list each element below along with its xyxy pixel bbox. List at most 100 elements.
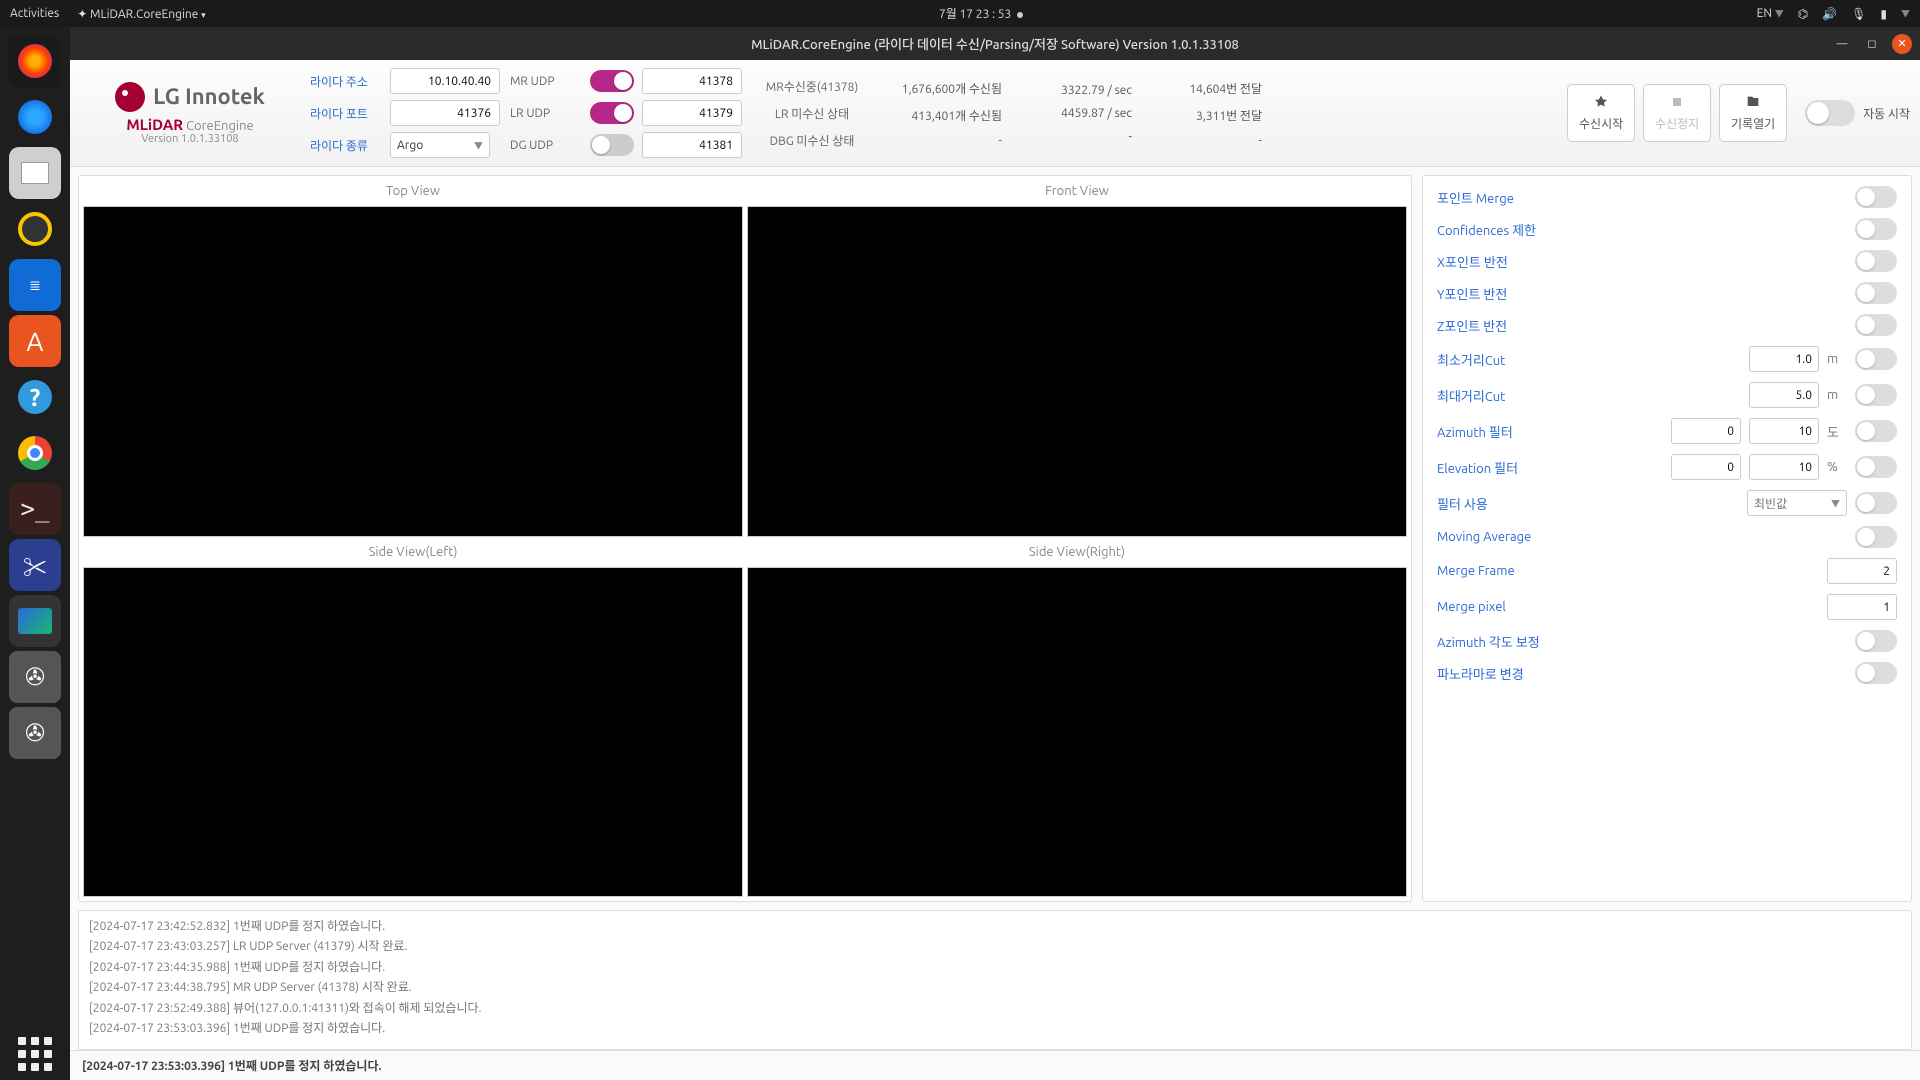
receive-start-label: 수신시작 (1579, 115, 1623, 132)
top-view-canvas[interactable] (83, 206, 743, 537)
dock-show-apps[interactable] (9, 1028, 61, 1080)
receive-start-button[interactable]: 수신시작 (1567, 84, 1635, 142)
elevation-filter-toggle[interactable] (1855, 456, 1897, 478)
gnome-topbar: Activities ✦ MLiDAR.CoreEngine 7월 17 23 … (0, 0, 1920, 27)
system-menu-icon[interactable]: ▼ (1901, 7, 1910, 20)
elevation-min-input[interactable] (1671, 454, 1741, 480)
side-left-canvas[interactable] (83, 567, 743, 898)
activities-button[interactable]: Activities (10, 7, 59, 20)
azimuth-max-input[interactable] (1749, 418, 1819, 444)
mic-icon[interactable]: 🎙 (1851, 7, 1866, 21)
azimuth-filter-toggle[interactable] (1855, 420, 1897, 442)
max-cut-toggle[interactable] (1855, 384, 1897, 406)
network-icon[interactable]: ⌬ (1798, 7, 1808, 21)
min-cut-input[interactable] (1749, 346, 1819, 372)
usb-icon: ✇ (25, 663, 45, 691)
dock-thunderbird[interactable] (9, 91, 61, 143)
x-invert-label: X포인트 반전 (1437, 252, 1847, 271)
merge-frame-input[interactable] (1827, 558, 1897, 584)
moving-average-toggle[interactable] (1855, 526, 1897, 548)
log-line: [2024-07-17 23:53:03.396] 1번째 UDP를 정지 하였… (89, 1019, 1901, 1039)
dock-rhythmbox[interactable] (9, 203, 61, 255)
stats-rate-col: 3322.79 / sec 4459.87 / sec - (1012, 84, 1132, 143)
x-invert-toggle[interactable] (1855, 250, 1897, 272)
stat-dbg-fwd: - (1142, 134, 1262, 147)
battery-icon[interactable]: ▮ (1880, 7, 1887, 21)
max-cut-unit: m (1827, 388, 1847, 402)
z-invert-toggle[interactable] (1855, 314, 1897, 336)
dg-udp-label: DG UDP (510, 139, 582, 152)
dock-firefox[interactable] (9, 35, 61, 87)
appmenu-button[interactable]: ✦ MLiDAR.CoreEngine (77, 7, 205, 21)
max-cut-input[interactable] (1749, 382, 1819, 408)
lg-logo-icon (115, 82, 145, 112)
status-bar: [2024-07-17 23:53:03.396] 1번째 UDP를 정지 하였… (70, 1050, 1920, 1080)
dock-usb-1[interactable]: ✇ (9, 651, 61, 703)
dock-writer[interactable]: ≣ (9, 259, 61, 311)
window-minimize-button[interactable]: — (1832, 34, 1852, 54)
window-close-button[interactable]: ✕ (1892, 34, 1912, 54)
dg-udp-toggle[interactable] (590, 134, 634, 156)
confidence-label: Confidences 제한 (1437, 220, 1847, 239)
dock-screenshot[interactable]: ✂ (9, 539, 61, 591)
open-record-button[interactable]: 기록열기 (1719, 84, 1787, 142)
dock-chrome[interactable] (9, 427, 61, 479)
receive-stop-label: 수신정지 (1655, 115, 1699, 132)
views-grid: Top View Front View Side View(Left) Side… (78, 175, 1412, 902)
lidar-address-input[interactable] (390, 68, 500, 94)
point-merge-toggle[interactable] (1855, 186, 1897, 208)
panorama-toggle[interactable] (1855, 662, 1897, 684)
lr-udp-port-input[interactable] (642, 100, 742, 126)
stat-mr-recv: 1,676,600개 수신됨 (882, 80, 1002, 97)
app-root: LG Innotek MLiDAR CoreEngine Version 1.0… (70, 60, 1920, 1080)
mr-udp-port-input[interactable] (642, 68, 742, 94)
dock-terminal[interactable]: >_ (9, 483, 61, 535)
side-left-title: Side View(Left) (83, 541, 743, 563)
log-box[interactable]: [2024-07-17 23:42:52.832] 1번째 UDP를 정지 하였… (78, 910, 1912, 1050)
clock[interactable]: 7월 17 23 : 53 (206, 5, 1757, 22)
azimuth-filter-label: Azimuth 필터 (1437, 422, 1663, 441)
min-cut-toggle[interactable] (1855, 348, 1897, 370)
volume-icon[interactable]: 🔊 (1822, 7, 1837, 21)
log-line: [2024-07-17 23:52:49.388] 뷰어(127.0.0.1:4… (89, 999, 1901, 1019)
confidence-toggle[interactable] (1855, 218, 1897, 240)
lr-udp-toggle[interactable] (590, 102, 634, 124)
filter-use-toggle[interactable] (1855, 492, 1897, 514)
merge-pixel-input[interactable] (1827, 594, 1897, 620)
elevation-filter-label: Elevation 필터 (1437, 458, 1663, 477)
filter-use-select[interactable]: 최빈값▼ (1747, 490, 1847, 516)
azimuth-min-input[interactable] (1671, 418, 1741, 444)
lidar-type-select[interactable]: Argo▼ (390, 132, 490, 158)
lang-indicator[interactable]: EN ▼ (1757, 7, 1784, 20)
window-maximize-button[interactable]: ◻ (1862, 34, 1882, 54)
stat-lr-rate: 4459.87 / sec (1012, 107, 1132, 120)
azimuth-correction-toggle[interactable] (1855, 630, 1897, 652)
receive-stop-button[interactable]: 수신정지 (1643, 84, 1711, 142)
auto-start-toggle[interactable] (1805, 100, 1855, 126)
chrome-icon (18, 436, 52, 470)
lidar-port-input[interactable] (390, 100, 500, 126)
filter-use-value: 최빈값 (1754, 495, 1787, 512)
mr-udp-label: MR UDP (510, 75, 582, 88)
log-line: [2024-07-17 23:43:03.257] LR UDP Server … (89, 937, 1901, 957)
dock-software[interactable]: A (9, 315, 61, 367)
elevation-max-input[interactable] (1749, 454, 1819, 480)
ubuntu-dock: ≣ A ? >_ ✂ ✇ ✇ (0, 27, 70, 1080)
y-invert-toggle[interactable] (1855, 282, 1897, 304)
mr-udp-toggle[interactable] (590, 70, 634, 92)
dock-help[interactable]: ? (9, 371, 61, 423)
usb-icon: ✇ (25, 719, 45, 747)
side-right-canvas[interactable] (747, 567, 1407, 898)
app-name-primary: MLiDAR (126, 116, 183, 133)
dock-mlidar-app[interactable] (9, 595, 61, 647)
stats-label-col: MR수신중(41378) LR 미수신 상태 DBG 미수신 상태 (752, 78, 872, 149)
dg-udp-port-input[interactable] (642, 132, 742, 158)
dock-usb-2[interactable]: ✇ (9, 707, 61, 759)
thunderbird-icon (18, 100, 52, 134)
front-view-canvas[interactable] (747, 206, 1407, 537)
dock-files[interactable] (9, 147, 61, 199)
firefox-icon (18, 44, 52, 78)
lang-label: EN (1757, 7, 1772, 20)
ribbon-buttons: 수신시작 수신정지 기록열기 (1567, 84, 1787, 142)
open-record-label: 기록열기 (1731, 115, 1775, 132)
